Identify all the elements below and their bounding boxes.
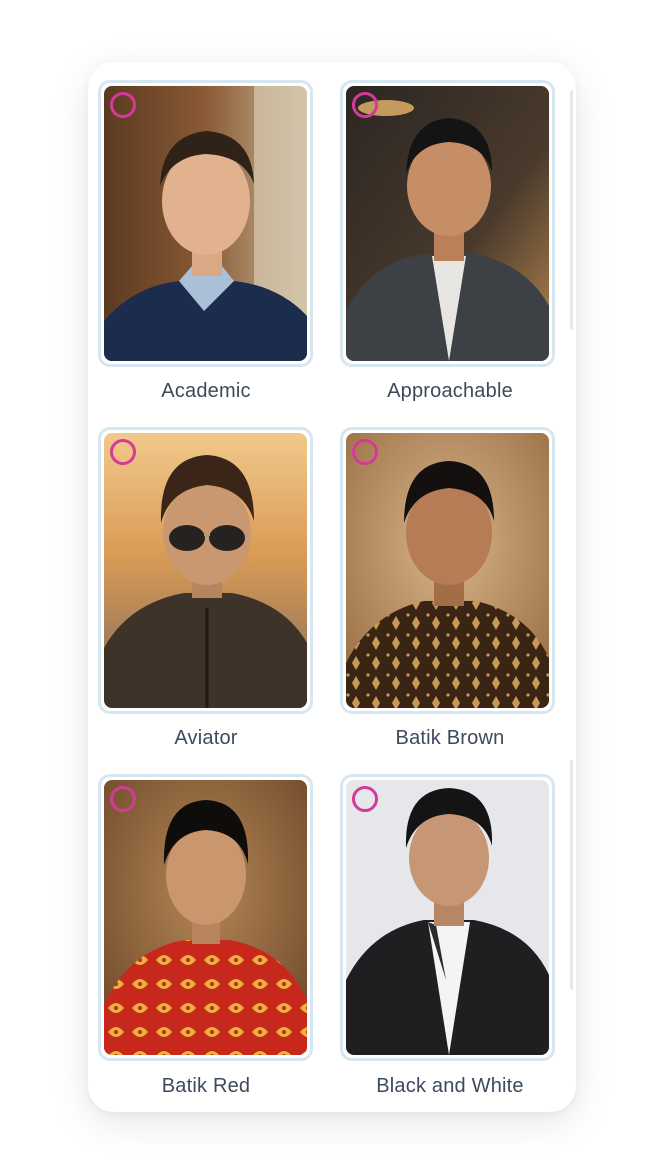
style-label-black-and-white: Black and White: [376, 1075, 524, 1097]
style-label-aviator: Aviator: [174, 727, 238, 749]
style-card-batik-red[interactable]: [98, 774, 313, 1061]
style-label-academic: Academic: [161, 380, 251, 402]
style-card-batik-brown[interactable]: [340, 427, 555, 714]
scrollbar-lower[interactable]: [570, 760, 573, 990]
scrollbar-upper[interactable]: [570, 90, 573, 330]
portrait-black-and-white-photo: [346, 780, 549, 1055]
select-radio[interactable]: [110, 439, 136, 465]
portrait-academic-photo: [104, 86, 307, 361]
style-card-aviator[interactable]: [98, 427, 313, 714]
style-label-batik-red: Batik Red: [161, 1075, 251, 1097]
select-radio[interactable]: [110, 92, 136, 118]
select-radio[interactable]: [352, 92, 378, 118]
style-label-approachable: Approachable: [387, 380, 513, 402]
portrait-aviator-photo: [104, 433, 307, 708]
style-label-batik-brown: Batik Brown: [395, 727, 505, 749]
portrait-batik-brown-photo: [346, 433, 549, 708]
portrait-batik-red-photo: [104, 780, 307, 1055]
style-card-black-and-white[interactable]: [340, 774, 555, 1061]
select-radio[interactable]: [352, 786, 378, 812]
select-radio[interactable]: [110, 786, 136, 812]
portrait-approachable-photo: [346, 86, 549, 361]
style-card-approachable[interactable]: [340, 80, 555, 367]
select-radio[interactable]: [352, 439, 378, 465]
style-card-academic[interactable]: [98, 80, 313, 367]
